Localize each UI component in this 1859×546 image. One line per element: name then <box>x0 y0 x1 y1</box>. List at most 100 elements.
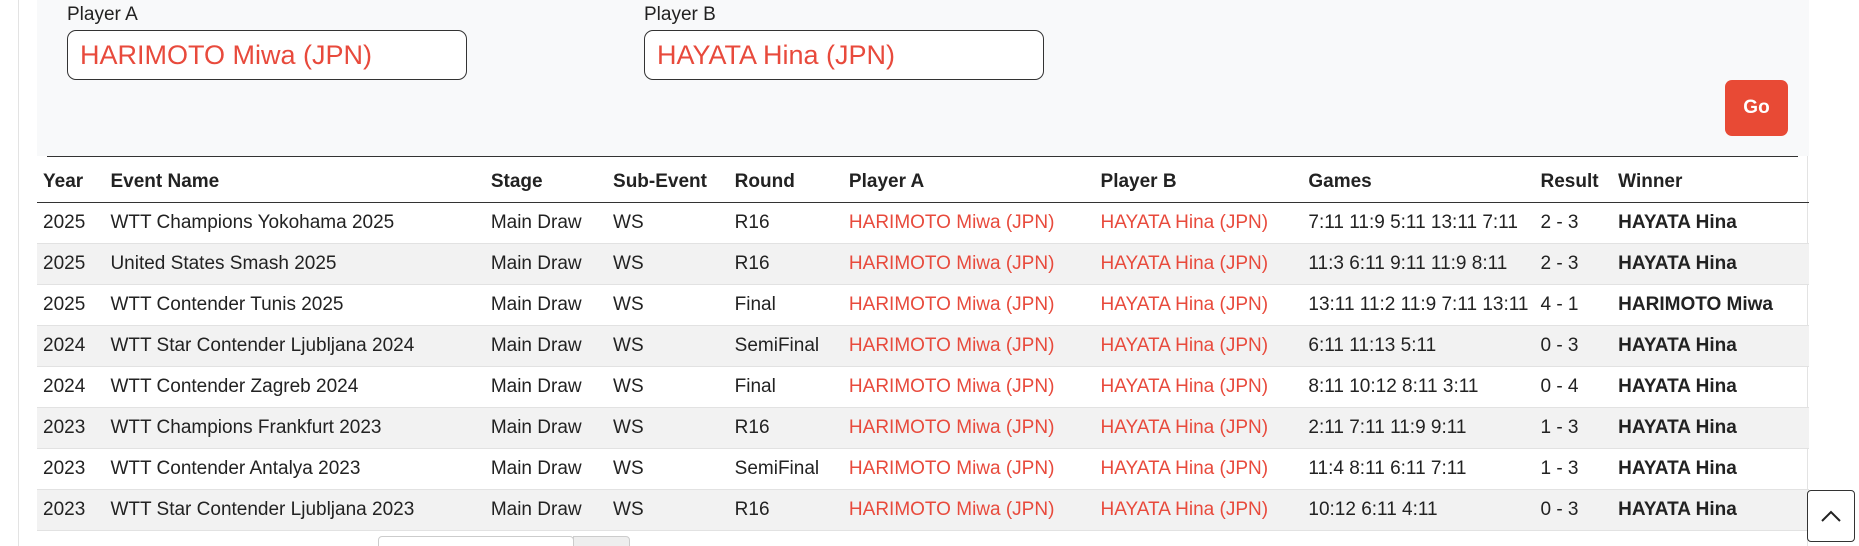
cell-player-a: HARIMOTO Miwa (JPN) <box>842 366 1095 408</box>
column-header-result: Result <box>1534 162 1613 203</box>
cell-sub-event: WS <box>607 325 729 367</box>
cell-event-name: WTT Contender Tunis 2025 <box>104 284 485 326</box>
cell-event-name: United States Smash 2025 <box>104 243 485 285</box>
cell-player-a: HARIMOTO Miwa (JPN) <box>842 325 1095 367</box>
table-row: 2023 WTT Star Contender Ljubljana 2023 Mai… <box>37 489 1809 531</box>
column-header-player-b: Player B <box>1094 162 1303 203</box>
cell-player-a: HARIMOTO Miwa (JPN) <box>842 407 1095 449</box>
cell-year: 2023 <box>37 489 105 531</box>
cell-sub-event: WS <box>607 284 729 326</box>
table-row: 2025 WTT Champions Yokohama 2025 Main Draw… <box>37 202 1809 244</box>
go-button[interactable]: Go <box>1725 80 1788 136</box>
cell-result: 1 - 3 <box>1534 407 1613 449</box>
cell-result: 1 - 3 <box>1534 448 1613 490</box>
cell-round: R16 <box>728 202 843 244</box>
cell-round: R16 <box>728 243 843 285</box>
cell-sub-event: WS <box>607 448 729 490</box>
player-a-label: Player A <box>67 4 138 25</box>
cell-player-b: HAYATA Hina (JPN) <box>1094 202 1303 244</box>
column-header-event-name: Event Name <box>104 162 485 203</box>
cell-winner: HAYATA Hina <box>1612 202 1809 244</box>
cell-games: 11:3 6:11 9:11 11:9 8:11 <box>1302 243 1535 285</box>
cell-result: 2 - 3 <box>1534 202 1613 244</box>
player-a-input[interactable] <box>67 30 467 80</box>
cell-stage: Main Draw <box>484 489 608 531</box>
cell-stage: Main Draw <box>484 325 608 367</box>
cell-player-a: HARIMOTO Miwa (JPN) <box>842 489 1095 531</box>
table-row: 2023 WTT Champions Frankfurt 2023 Main Dra… <box>37 407 1809 449</box>
cell-stage: Main Draw <box>484 202 608 244</box>
cell-year: 2025 <box>37 202 105 244</box>
cell-games: 6:11 11:13 5:11 <box>1302 325 1535 367</box>
cell-winner: HARIMOTO Miwa <box>1612 284 1809 326</box>
cell-stage: Main Draw <box>484 448 608 490</box>
cell-round: R16 <box>728 489 843 531</box>
cell-games: 11:4 8:11 6:11 7:11 <box>1302 448 1535 490</box>
cell-player-b: HAYATA Hina (JPN) <box>1094 325 1303 367</box>
cell-games: 2:11 7:11 11:9 9:11 <box>1302 407 1535 449</box>
cell-year: 2025 <box>37 243 105 285</box>
page-jump-button[interactable] <box>573 536 630 546</box>
cell-winner: HAYATA Hina <box>1612 407 1809 449</box>
cell-round: Final <box>728 366 843 408</box>
cell-sub-event: WS <box>607 202 729 244</box>
page-jump-input[interactable] <box>378 536 574 546</box>
cell-year: 2025 <box>37 284 105 326</box>
table-row: 2025 WTT Contender Tunis 2025 Main Draw WS F… <box>37 284 1809 326</box>
cell-sub-event: WS <box>607 243 729 285</box>
cell-sub-event: WS <box>607 407 729 449</box>
cell-games: 10:12 6:11 4:11 <box>1302 489 1535 531</box>
column-header-sub-event: Sub-Event <box>607 162 729 203</box>
match-results-table: Year Event Name Stage Sub-Event Round Player … <box>37 162 1809 531</box>
player-b-label: Player B <box>644 4 716 25</box>
cell-result: 0 - 4 <box>1534 366 1613 408</box>
table-row: 2024 WTT Star Contender Ljubljana 2024 Mai… <box>37 325 1809 367</box>
cell-event-name: WTT Star Contender Ljubljana 2024 <box>104 325 485 367</box>
cell-player-b: HAYATA Hina (JPN) <box>1094 284 1303 326</box>
table-row: 2023 WTT Contender Antalya 2023 Main Draw W… <box>37 448 1809 490</box>
column-header-stage: Stage <box>484 162 608 203</box>
cell-result: 2 - 3 <box>1534 243 1613 285</box>
cell-player-a: HARIMOTO Miwa (JPN) <box>842 243 1095 285</box>
cell-sub-event: WS <box>607 366 729 408</box>
head-to-head-search-panel: Player A Player B <box>37 0 1809 156</box>
cell-result: 0 - 3 <box>1534 489 1613 531</box>
column-header-round: Round <box>728 162 843 203</box>
cell-round: SemiFinal <box>728 325 843 367</box>
cell-round: R16 <box>728 407 843 449</box>
cell-games: 13:11 11:2 11:9 7:11 13:11 <box>1302 284 1535 326</box>
cell-round: Final <box>728 284 843 326</box>
cell-event-name: WTT Contender Antalya 2023 <box>104 448 485 490</box>
column-header-year: Year <box>37 162 105 203</box>
divider <box>47 156 1798 157</box>
cell-winner: HAYATA Hina <box>1612 325 1809 367</box>
cell-year: 2024 <box>37 366 105 408</box>
chevron-up-icon <box>1821 510 1841 522</box>
cell-stage: Main Draw <box>484 284 608 326</box>
cell-winner: HAYATA Hina <box>1612 489 1809 531</box>
cell-player-a: HARIMOTO Miwa (JPN) <box>842 448 1095 490</box>
cell-games: 8:11 10:12 8:11 3:11 <box>1302 366 1535 408</box>
player-b-input[interactable] <box>644 30 1044 80</box>
cell-stage: Main Draw <box>484 407 608 449</box>
cell-year: 2023 <box>37 448 105 490</box>
cell-player-b: HAYATA Hina (JPN) <box>1094 489 1303 531</box>
cell-event-name: WTT Champions Yokohama 2025 <box>104 202 485 244</box>
cell-event-name: WTT Contender Zagreb 2024 <box>104 366 485 408</box>
cell-player-b: HAYATA Hina (JPN) <box>1094 407 1303 449</box>
cell-result: 0 - 3 <box>1534 325 1613 367</box>
cell-winner: HAYATA Hina <box>1612 448 1809 490</box>
table-row: 2024 WTT Contender Zagreb 2024 Main Draw WS… <box>37 366 1809 408</box>
cell-sub-event: WS <box>607 489 729 531</box>
cell-player-a: HARIMOTO Miwa (JPN) <box>842 202 1095 244</box>
table-row: 2025 United States Smash 2025 Main Draw WS R… <box>37 243 1809 285</box>
cell-round: SemiFinal <box>728 448 843 490</box>
cell-stage: Main Draw <box>484 243 608 285</box>
column-header-games: Games <box>1302 162 1535 203</box>
cell-games: 7:11 11:9 5:11 13:11 7:11 <box>1302 202 1535 244</box>
cell-winner: HAYATA Hina <box>1612 243 1809 285</box>
cell-player-a: HARIMOTO Miwa (JPN) <box>842 284 1095 326</box>
cell-event-name: WTT Champions Frankfurt 2023 <box>104 407 485 449</box>
cell-stage: Main Draw <box>484 366 608 408</box>
scroll-to-top-button[interactable] <box>1807 490 1855 542</box>
